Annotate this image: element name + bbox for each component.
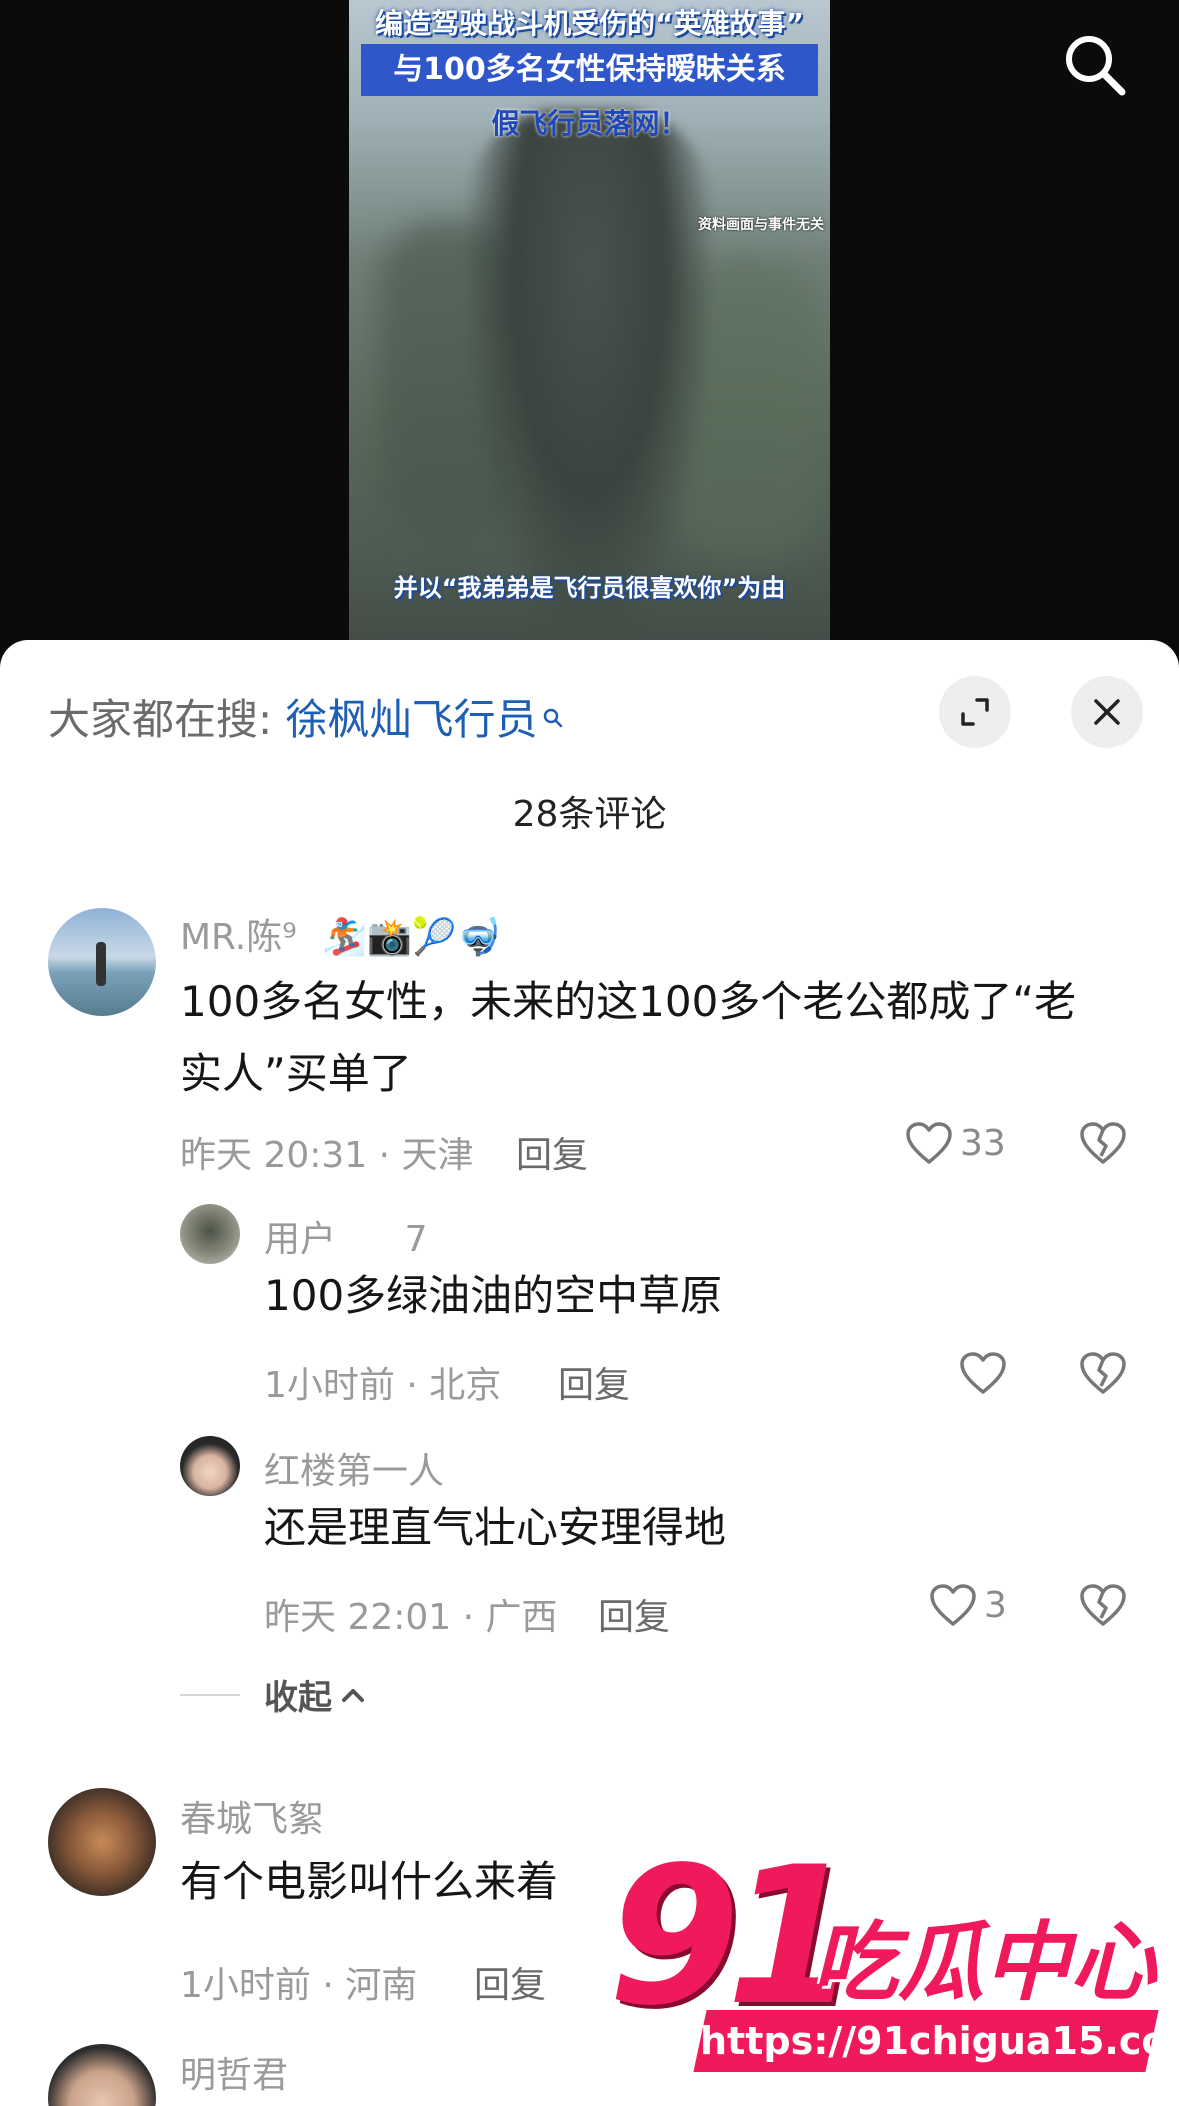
trending-keyword-link[interactable]: 徐枫灿飞行员 bbox=[286, 695, 538, 744]
video-caption-note: 资料画面与事件无关 bbox=[698, 217, 824, 233]
reply-username[interactable]: 红楼第一人 bbox=[264, 1442, 444, 1494]
reply-button[interactable]: 回复 bbox=[598, 1588, 670, 1640]
video-frame[interactable]: 编造驾驶战斗机受伤的“英雄故事” 与100多名女性保持暧昧关系 假飞行员落网！ … bbox=[349, 0, 830, 660]
like-button[interactable] bbox=[958, 1350, 1008, 1396]
watermark-url: https://91chigua15.com bbox=[693, 2010, 1179, 2072]
collapse-replies-button[interactable]: 收起 bbox=[180, 1670, 368, 1719]
comment-meta: 昨天 20:31 · 天津 bbox=[180, 1135, 474, 1176]
like-button[interactable]: 33 bbox=[904, 1120, 1006, 1166]
video-caption-sub: 假飞行员落网！ bbox=[491, 107, 688, 140]
heart-icon bbox=[930, 1584, 976, 1626]
dislike-button[interactable] bbox=[1078, 1350, 1128, 1400]
watermark-url-text: https://91chigua15.com bbox=[700, 2019, 1179, 2063]
comment-count: 28条评论 bbox=[512, 794, 667, 835]
reply-meta: 1小时前 · 北京 bbox=[264, 1365, 502, 1406]
heart-icon bbox=[906, 1122, 952, 1164]
comment-username[interactable]: 明哲君 bbox=[180, 2046, 288, 2098]
avatar-figure bbox=[96, 942, 106, 986]
reply-text: 还是理直气壮心安理得地 bbox=[264, 1503, 727, 1552]
watermark-name: 吃瓜中心 bbox=[812, 1913, 1156, 2013]
heart-icon bbox=[960, 1352, 1006, 1394]
comment-username[interactable]: MR.陈⁹ 🏂📸🎾🤿 bbox=[180, 908, 501, 960]
avatar[interactable] bbox=[48, 1788, 156, 1896]
avatar[interactable] bbox=[48, 908, 156, 1016]
search-button[interactable] bbox=[1060, 30, 1130, 100]
like-button[interactable]: 3 bbox=[928, 1582, 1007, 1628]
avatar[interactable] bbox=[180, 1436, 240, 1496]
username-emojis: 🏂📸🎾🤿 bbox=[322, 917, 502, 958]
close-icon bbox=[1094, 699, 1120, 725]
comment-username[interactable]: 春城飞絮 bbox=[180, 1790, 324, 1842]
dislike-button[interactable] bbox=[1078, 1582, 1128, 1632]
video-player[interactable]: 编造驾驶战斗机受伤的“英雄故事” 与100多名女性保持暧昧关系 假飞行员落网！ … bbox=[0, 0, 1179, 660]
comment-text: 有个电影叫什么来着 bbox=[180, 1857, 559, 1906]
video-blurred-figure bbox=[469, 110, 709, 630]
broken-heart-icon bbox=[1080, 1584, 1126, 1626]
reply-meta: 昨天 22:01 · 广西 bbox=[264, 1597, 558, 1638]
expand-button[interactable] bbox=[939, 676, 1011, 748]
trending-label: 大家都在搜: bbox=[48, 695, 286, 744]
video-caption-top: 编造驾驶战斗机受伤的“英雄故事” bbox=[375, 7, 804, 40]
comment-meta: 1小时前 · 河南 bbox=[180, 1965, 418, 2006]
search-icon bbox=[1066, 36, 1126, 96]
close-button[interactable] bbox=[1071, 676, 1143, 748]
reply-button[interactable]: 回复 bbox=[516, 1126, 588, 1178]
avatar[interactable] bbox=[180, 1204, 240, 1264]
like-count: 33 bbox=[960, 1122, 1006, 1164]
reply-username[interactable]: 用户 7 bbox=[264, 1210, 428, 1262]
username-text: MR.陈⁹ bbox=[180, 917, 297, 958]
expand-icon bbox=[961, 698, 989, 726]
divider-line bbox=[180, 1693, 240, 1696]
avatar[interactable] bbox=[48, 2044, 156, 2106]
video-caption-bottom: 并以“我弟弟是飞行员很喜欢你”为由 bbox=[393, 574, 786, 602]
reply-button[interactable]: 回复 bbox=[474, 1956, 546, 2008]
trending-search[interactable]: 大家都在搜: 徐枫灿飞行员 bbox=[48, 686, 564, 747]
reply-button[interactable]: 回复 bbox=[558, 1356, 630, 1408]
like-count: 3 bbox=[984, 1584, 1007, 1626]
watermark: 91 吃瓜中心 https://91chigua15.com bbox=[600, 1826, 1179, 2100]
small-search-icon bbox=[542, 690, 564, 739]
chevron-up-icon bbox=[342, 1688, 364, 1702]
dislike-button[interactable] bbox=[1078, 1120, 1128, 1170]
collapse-label: 收起 bbox=[264, 1678, 332, 1718]
reply-text: 100多绿油油的空中草原 bbox=[264, 1271, 723, 1320]
comment-text: 100多名女性，未来的这100多个老公都成了“老实人”买单了 bbox=[180, 977, 1077, 1098]
broken-heart-icon bbox=[1080, 1122, 1126, 1164]
video-caption-banner: 与100多名女性保持暧昧关系 bbox=[361, 44, 818, 96]
broken-heart-icon bbox=[1080, 1352, 1126, 1394]
